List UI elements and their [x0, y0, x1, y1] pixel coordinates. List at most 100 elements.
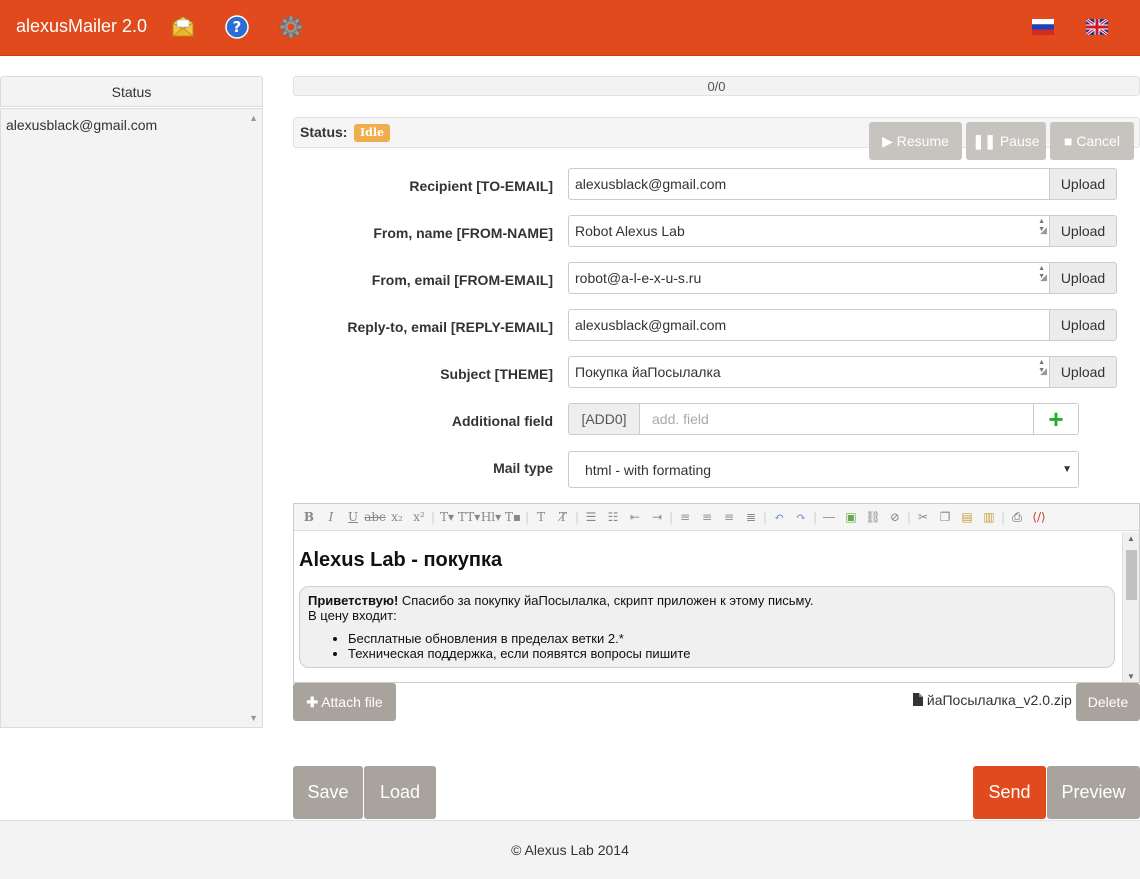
pause-button[interactable]: ❚❚ Pause [966, 122, 1046, 160]
html-editor[interactable]: B I U abc x₂ x² | T▾ TT▾ Hl▾ T▪ | T T̸ |… [293, 503, 1140, 683]
from-name-upload-button[interactable]: Upload [1049, 215, 1117, 247]
envelope-icon[interactable] [170, 14, 196, 40]
status-badge: Idle [354, 124, 391, 142]
play-icon: ▶ [882, 133, 893, 149]
font-size-icon[interactable]: TT▾ [458, 510, 480, 524]
align-center-icon[interactable]: ≡ [696, 510, 718, 524]
mail-type-select[interactable]: html - with formating ▼ [568, 451, 1079, 488]
subscript-icon[interactable]: x₂ [386, 510, 408, 524]
from-email-input[interactable]: robot@a-l-e-x-u-s.ru ▲ ▼ ◢ [568, 262, 1050, 294]
highlight-icon[interactable]: T [530, 510, 552, 524]
recipient-input[interactable]: alexusblack@gmail.com [568, 168, 1050, 200]
status-label: Status: [300, 124, 348, 140]
subject-input[interactable]: Покупка йаПосылалка ▲ ▼ ◢ [568, 356, 1050, 388]
plus-icon: + [1048, 404, 1064, 434]
list-item[interactable]: alexusblack@gmail.com [6, 117, 157, 133]
redo-icon[interactable]: ↷ [790, 510, 812, 524]
footer: © Alexus Lab 2014 [0, 820, 1140, 879]
flag-uk-icon[interactable] [1085, 17, 1109, 37]
clear-format-icon[interactable]: T̸ [552, 510, 574, 524]
align-right-icon[interactable]: ≡ [718, 510, 740, 524]
outdent-icon[interactable]: ⇤ [624, 510, 646, 524]
cancel-button[interactable]: ■ Cancel [1050, 122, 1134, 160]
editor-toolbar: B I U abc x₂ x² | T▾ TT▾ Hl▾ T▪ | T T̸ |… [294, 504, 1139, 531]
italic-icon[interactable]: I [320, 510, 342, 524]
flag-ru-icon[interactable] [1032, 19, 1054, 35]
scroll-down-icon[interactable]: ▼ [249, 713, 258, 723]
horizontal-rule-icon[interactable]: ― [818, 510, 840, 524]
recipient-status-list[interactable]: alexusblack@gmail.com ▲ ▼ [0, 108, 263, 728]
resize-handle-icon[interactable]: ◢ [1040, 357, 1047, 386]
image-icon[interactable]: ▣ [840, 510, 862, 524]
link-icon[interactable]: ⛓ [862, 510, 884, 524]
greeting-text: Приветствую! [308, 593, 399, 608]
paste-icon[interactable]: ▤ [956, 510, 978, 524]
add-field-button[interactable]: + [1033, 403, 1079, 435]
resume-button[interactable]: ▶ Resume [869, 122, 962, 160]
indent-icon[interactable]: ⇥ [646, 510, 668, 524]
settings-icon[interactable] [278, 14, 304, 40]
additional-field-input[interactable]: add. field [639, 403, 1034, 435]
subject-label: Subject [THEME] [440, 366, 553, 382]
font-icon[interactable]: T▾ [436, 510, 458, 524]
recipient-upload-button[interactable]: Upload [1049, 168, 1117, 200]
from-email-label: From, email [FROM-EMAIL] [371, 272, 553, 288]
scrollbar-thumb[interactable] [1126, 550, 1137, 600]
recipient-label: Recipient [TO-EMAIL] [409, 178, 553, 194]
resize-handle-icon[interactable]: ◢ [1040, 216, 1047, 245]
file-name: йаПосылалка_v2.0.zip [926, 692, 1072, 708]
reply-to-label: Reply-to, email [REPLY-EMAIL] [347, 319, 553, 335]
bullet-list-icon[interactable]: ☰ [580, 510, 602, 524]
print-icon[interactable]: ⎙ [1006, 510, 1028, 525]
heading-icon[interactable]: Hl▾ [480, 510, 502, 524]
text-color-icon[interactable]: T▪ [502, 510, 524, 524]
scroll-down-icon[interactable]: ▼ [1127, 672, 1135, 681]
body-line: В цену входит: [308, 608, 397, 623]
from-email-upload-button[interactable]: Upload [1049, 262, 1117, 294]
mail-type-label: Mail type [493, 460, 553, 476]
subject-upload-button[interactable]: Upload [1049, 356, 1117, 388]
delete-attachment-button[interactable]: Delete [1076, 683, 1140, 721]
copy-icon[interactable]: ❐ [934, 510, 956, 524]
from-name-label: From, name [FROM-NAME] [373, 225, 553, 241]
save-button[interactable]: Save [293, 766, 363, 819]
underline-icon[interactable]: U [342, 510, 364, 524]
stop-icon: ■ [1064, 133, 1073, 149]
source-code-icon[interactable]: ⟨/⟩ [1028, 510, 1050, 524]
justify-icon[interactable]: ≣ [740, 510, 762, 524]
reply-to-upload-button[interactable]: Upload [1049, 309, 1117, 341]
resize-handle-icon[interactable]: ◢ [1040, 263, 1047, 292]
from-name-input[interactable]: Robot Alexus Lab ▲ ▼ ◢ [568, 215, 1050, 247]
list-item: Техническая поддержка, если появятся воп… [348, 646, 1106, 661]
chevron-down-icon: ▼ [1062, 464, 1072, 475]
paste-text-icon[interactable]: ▥ [978, 510, 1000, 524]
list-item: Бесплатные обновления в пределах ветки 2… [348, 631, 1106, 646]
bold-icon[interactable]: B [298, 510, 320, 524]
editor-content[interactable]: Alexus Lab - покупка Приветствую! Спасиб… [294, 531, 1139, 682]
send-button[interactable]: Send [973, 766, 1046, 819]
numbered-list-icon[interactable]: ☷ [602, 510, 624, 524]
unlink-icon[interactable]: ⊘ [884, 510, 906, 524]
preview-button[interactable]: Preview [1047, 766, 1140, 819]
svg-text:?: ? [233, 18, 242, 36]
app-title[interactable]: alexusMailer 2.0 [16, 16, 147, 37]
cut-icon[interactable]: ✂ [912, 510, 934, 524]
scroll-up-icon[interactable]: ▲ [1127, 534, 1135, 543]
attached-file: йаПосылалка_v2.0.zip [913, 692, 1072, 708]
load-button[interactable]: Load [364, 766, 436, 819]
strikethrough-icon[interactable]: abc [364, 510, 386, 524]
pause-icon: ❚❚ [972, 133, 996, 149]
help-icon[interactable]: ? [224, 14, 250, 40]
attach-file-button[interactable]: ✚ Attach file [293, 683, 396, 721]
undo-icon[interactable]: ↶ [768, 510, 790, 524]
superscript-icon[interactable]: x² [408, 510, 430, 524]
scroll-up-icon[interactable]: ▲ [249, 113, 258, 123]
feature-list: Бесплатные обновления в пределах ветки 2… [308, 631, 1106, 661]
add-field-tag: [ADD0] [568, 403, 640, 435]
editor-scrollbar[interactable]: ▲ ▼ [1122, 532, 1139, 682]
reply-to-input[interactable]: alexusblack@gmail.com [568, 309, 1050, 341]
align-left-icon[interactable]: ≡ [674, 510, 696, 524]
email-heading: Alexus Lab - покупка [299, 549, 503, 571]
body-line: Спасибо за покупку йаПосылалка, скрипт п… [398, 593, 814, 608]
plus-icon: ✚ [306, 694, 319, 710]
